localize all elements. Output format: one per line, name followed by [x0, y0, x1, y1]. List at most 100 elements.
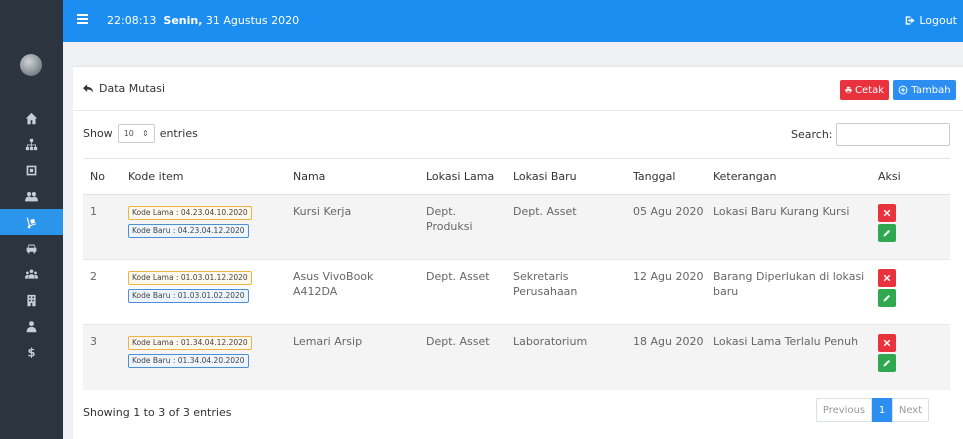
dolly-icon[interactable]: [0, 209, 63, 235]
svg-text:$: $: [28, 346, 36, 359]
cell-keterangan: Barang Diperlukan di lokasi baru: [706, 259, 871, 325]
cell-tanggal: 12 Agu 2020: [626, 259, 706, 325]
next-page-button[interactable]: Next: [892, 398, 929, 422]
users-cog-icon[interactable]: [0, 183, 63, 209]
pencil-icon: [883, 229, 891, 237]
kode-lama-badge: Kode Lama : 01.03.01.12.2020: [128, 271, 252, 285]
menu-toggle-icon[interactable]: [77, 14, 88, 24]
col-header[interactable]: Aksi: [871, 158, 950, 195]
sitemap-icon[interactable]: [0, 131, 63, 157]
delete-button[interactable]: [878, 204, 896, 222]
cell-lokasi-lama: Dept. Produksi: [419, 194, 506, 260]
cell-nama: Asus VivoBook A412DA: [286, 259, 419, 325]
col-header[interactable]: Lokasi Lama: [419, 158, 506, 195]
col-header[interactable]: Lokasi Baru: [506, 158, 626, 195]
cell-aksi: [871, 324, 950, 390]
delete-button[interactable]: [878, 269, 896, 287]
dollar-icon[interactable]: $: [0, 339, 63, 365]
table-header-row: No Kode item Nama Lokasi Lama Lokasi Bar…: [83, 158, 950, 195]
search-input[interactable]: [836, 123, 950, 146]
clock-time: 22:08:13: [107, 14, 157, 27]
home-icon[interactable]: [0, 105, 63, 131]
close-icon: [883, 339, 891, 347]
user-tie-icon[interactable]: [0, 313, 63, 339]
cell-aksi: [871, 259, 950, 325]
pagination: Previous 1 Next: [816, 398, 929, 422]
kode-baru-badge: Kode Baru : 01.34.04.20.2020: [128, 354, 249, 368]
clock-day: Senin,: [163, 14, 203, 27]
close-icon: [883, 209, 891, 217]
page-title: Data Mutasi: [83, 82, 165, 95]
col-header[interactable]: Tanggal: [626, 158, 706, 195]
mutasi-card: Data Mutasi Cetak Tambah Show 10 ⇕ entri…: [73, 66, 963, 439]
table-info: Showing 1 to 3 of 3 entries: [83, 406, 232, 419]
cell-tanggal: 05 Agu 2020: [626, 194, 706, 260]
avatar[interactable]: [20, 54, 42, 76]
sidebar: $: [0, 0, 63, 439]
cube-icon[interactable]: [0, 157, 63, 183]
cell-lokasi-baru: Laboratorium: [506, 324, 626, 390]
show-label: Show: [83, 127, 113, 140]
cell-lokasi-baru: Sekretaris Perusahaan: [506, 259, 626, 325]
cell-nama: Kursi Kerja: [286, 194, 419, 260]
building-icon[interactable]: [0, 287, 63, 313]
cell-keterangan: Lokasi Baru Kurang Kursi: [706, 194, 871, 260]
delete-button[interactable]: [878, 334, 896, 352]
close-icon: [883, 274, 891, 282]
cell-lokasi-baru: Dept. Asset: [506, 194, 626, 260]
sidebar-header: [0, 0, 63, 42]
col-header[interactable]: No: [83, 158, 121, 195]
cell-aksi: [871, 194, 950, 260]
cell-lokasi-lama: Dept. Asset: [419, 324, 506, 390]
kode-baru-badge: Kode Baru : 01.03.01.02.2020: [128, 289, 249, 303]
pencil-icon: [883, 359, 891, 367]
page-title-text: Data Mutasi: [99, 82, 166, 95]
table-row: 1 Kode Lama : 04.23.04.10.2020 Kode Baru…: [83, 194, 950, 260]
print-label: Cetak: [855, 84, 884, 96]
kode-lama-badge: Kode Lama : 01.34.04.12.2020: [128, 336, 252, 350]
entries-label: entries: [159, 127, 198, 140]
kode-lama-badge: Kode Lama : 04.23.04.10.2020: [128, 206, 252, 220]
col-header[interactable]: Kode item: [121, 158, 286, 195]
entries-select[interactable]: 10 ⇕: [117, 124, 155, 143]
plus-circle-icon: [899, 85, 908, 95]
cell-no: 2: [83, 259, 121, 325]
group-icon[interactable]: [0, 261, 63, 287]
entries-value: 10: [123, 129, 134, 138]
card-header: Data Mutasi Cetak Tambah: [73, 67, 963, 111]
cell-keterangan: Lokasi Lama Terlalu Penuh: [706, 324, 871, 390]
cell-nama: Lemari Arsip: [286, 324, 419, 390]
clock: 22:08:13 Senin, 31 Agustus 2020: [107, 14, 299, 27]
chevron-updown-icon: ⇕: [141, 129, 149, 138]
pencil-icon: [883, 294, 891, 302]
edit-button[interactable]: [878, 354, 896, 372]
cell-kode: Kode Lama : 01.03.01.12.2020 Kode Baru :…: [121, 259, 286, 325]
add-button[interactable]: Tambah: [893, 80, 956, 100]
car-icon[interactable]: [0, 235, 63, 261]
cell-no: 1: [83, 194, 121, 260]
edit-button[interactable]: [878, 224, 896, 242]
table-row: 3 Kode Lama : 01.34.04.12.2020 Kode Baru…: [83, 324, 950, 390]
length-control: Show 10 ⇕ entries: [83, 124, 198, 143]
reply-icon: [83, 84, 94, 93]
cell-kode: Kode Lama : 04.23.04.10.2020 Kode Baru :…: [121, 194, 286, 260]
sign-out-icon: [906, 16, 915, 25]
mutasi-table: No Kode item Nama Lokasi Lama Lokasi Bar…: [83, 158, 950, 390]
print-icon: [845, 86, 852, 94]
page-button[interactable]: 1: [872, 398, 892, 422]
cell-tanggal: 18 Agu 2020: [626, 324, 706, 390]
topbar: 22:08:13 Senin, 31 Agustus 2020 Logout: [63, 0, 963, 42]
previous-page-button[interactable]: Previous: [816, 398, 872, 422]
cell-kode: Kode Lama : 01.34.04.12.2020 Kode Baru :…: [121, 324, 286, 390]
search-label: Search:: [791, 128, 833, 141]
kode-baru-badge: Kode Baru : 04.23.04.12.2020: [128, 224, 249, 238]
col-header[interactable]: Keterangan: [706, 158, 871, 195]
col-header[interactable]: Nama: [286, 158, 419, 195]
print-button[interactable]: Cetak: [840, 80, 889, 100]
table-row: 2 Kode Lama : 01.03.01.12.2020 Kode Baru…: [83, 259, 950, 325]
cell-no: 3: [83, 324, 121, 390]
cell-lokasi-lama: Dept. Asset: [419, 259, 506, 325]
logout-label: Logout: [919, 14, 957, 27]
logout-button[interactable]: Logout: [905, 14, 957, 27]
edit-button[interactable]: [878, 289, 896, 307]
